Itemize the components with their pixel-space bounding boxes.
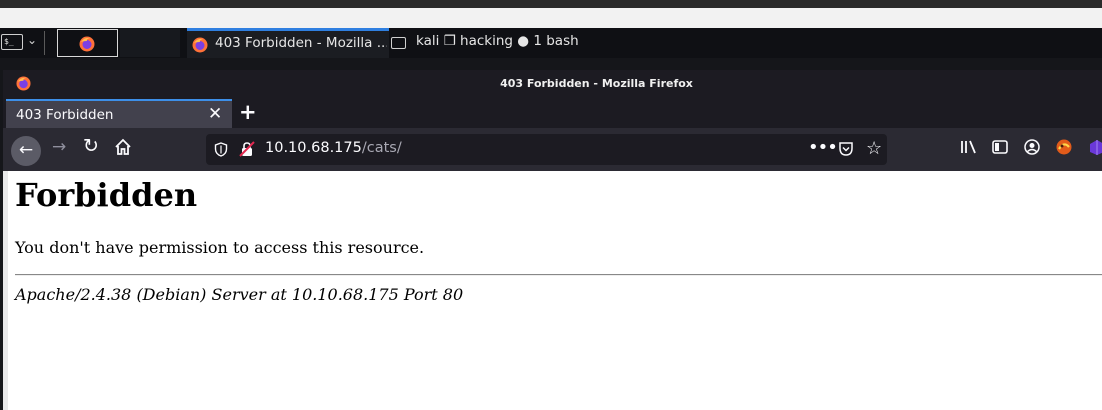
url-text: 10.10.68.175/cats/	[265, 140, 402, 156]
terminal-icon	[391, 37, 406, 49]
reload-button[interactable]: ↻	[83, 135, 99, 157]
window-titlebar[interactable]: 403 Forbidden - Mozilla Firefox	[3, 70, 1102, 98]
extension-icon[interactable]	[1055, 138, 1073, 156]
page-content: Forbidden You don't have permission to a…	[3, 171, 1102, 410]
server-signature: Apache/2.4.38 (Debian) Server at 10.10.6…	[15, 285, 464, 304]
url-host: 10.10.68.175	[265, 140, 362, 156]
page-actions-icon[interactable]: •••	[808, 137, 838, 158]
workspace-switcher[interactable]	[57, 29, 118, 57]
firefox-window: 403 Forbidden - Mozilla Firefox 403 Forb…	[3, 70, 1102, 410]
back-button[interactable]: ←	[11, 136, 41, 166]
home-icon[interactable]	[114, 138, 132, 156]
tab-403-forbidden[interactable]: 403 Forbidden ✕	[6, 99, 232, 128]
url-bar[interactable]: 10.10.68.175/cats/ ••• ☆	[206, 134, 887, 165]
navigation-toolbar: ← → ↻ 10.10.68.175/cats/ ••• ☆	[3, 128, 1102, 171]
window-title: 403 Forbidden - Mozilla Firefox	[500, 77, 693, 90]
forward-button[interactable]: →	[52, 137, 66, 157]
page-title: Forbidden	[15, 176, 198, 214]
tab-strip: 403 Forbidden ✕ +	[3, 98, 1102, 128]
taskbar-item-label: kali ❒ hacking ● 1 bash	[416, 33, 579, 49]
shield-icon[interactable]	[214, 142, 228, 157]
firefox-icon	[192, 37, 208, 53]
url-path: /cats/	[361, 140, 402, 156]
taskbar-separator	[44, 31, 45, 55]
pocket-icon[interactable]	[838, 141, 854, 157]
insecure-lock-icon[interactable]	[239, 141, 255, 157]
taskbar-item-label: 403 Forbidden - Mozilla ...	[215, 35, 387, 51]
taskbar-item-terminal[interactable]: kali ❒ hacking ● 1 bash	[389, 28, 589, 58]
divider	[15, 274, 1102, 276]
sidebar-icon[interactable]	[991, 138, 1009, 156]
chevron-down-icon[interactable]: ⌄	[27, 33, 37, 47]
error-message: You don't have permission to access this…	[15, 238, 425, 257]
desktop-taskbar: $_ ⌄ 403 Forbidden - Mozilla ... kali ❒ …	[0, 28, 1102, 58]
desktop-background	[0, 58, 1102, 70]
screen-gap	[0, 8, 1102, 28]
taskbar-item-firefox[interactable]: 403 Forbidden - Mozilla ...	[187, 28, 389, 58]
extension-purple-icon[interactable]	[1087, 138, 1102, 156]
bookmark-star-icon[interactable]: ☆	[866, 138, 882, 159]
screen-top-strip	[0, 0, 1102, 8]
firefox-icon	[79, 36, 95, 52]
close-icon[interactable]: ✕	[208, 104, 222, 124]
tab-label: 403 Forbidden	[16, 107, 114, 123]
new-tab-button[interactable]: +	[239, 100, 257, 124]
library-icon[interactable]	[960, 138, 978, 156]
workspace-empty[interactable]	[120, 29, 180, 57]
account-icon[interactable]	[1023, 138, 1041, 156]
terminal-launcher-icon[interactable]: $_	[1, 34, 23, 50]
